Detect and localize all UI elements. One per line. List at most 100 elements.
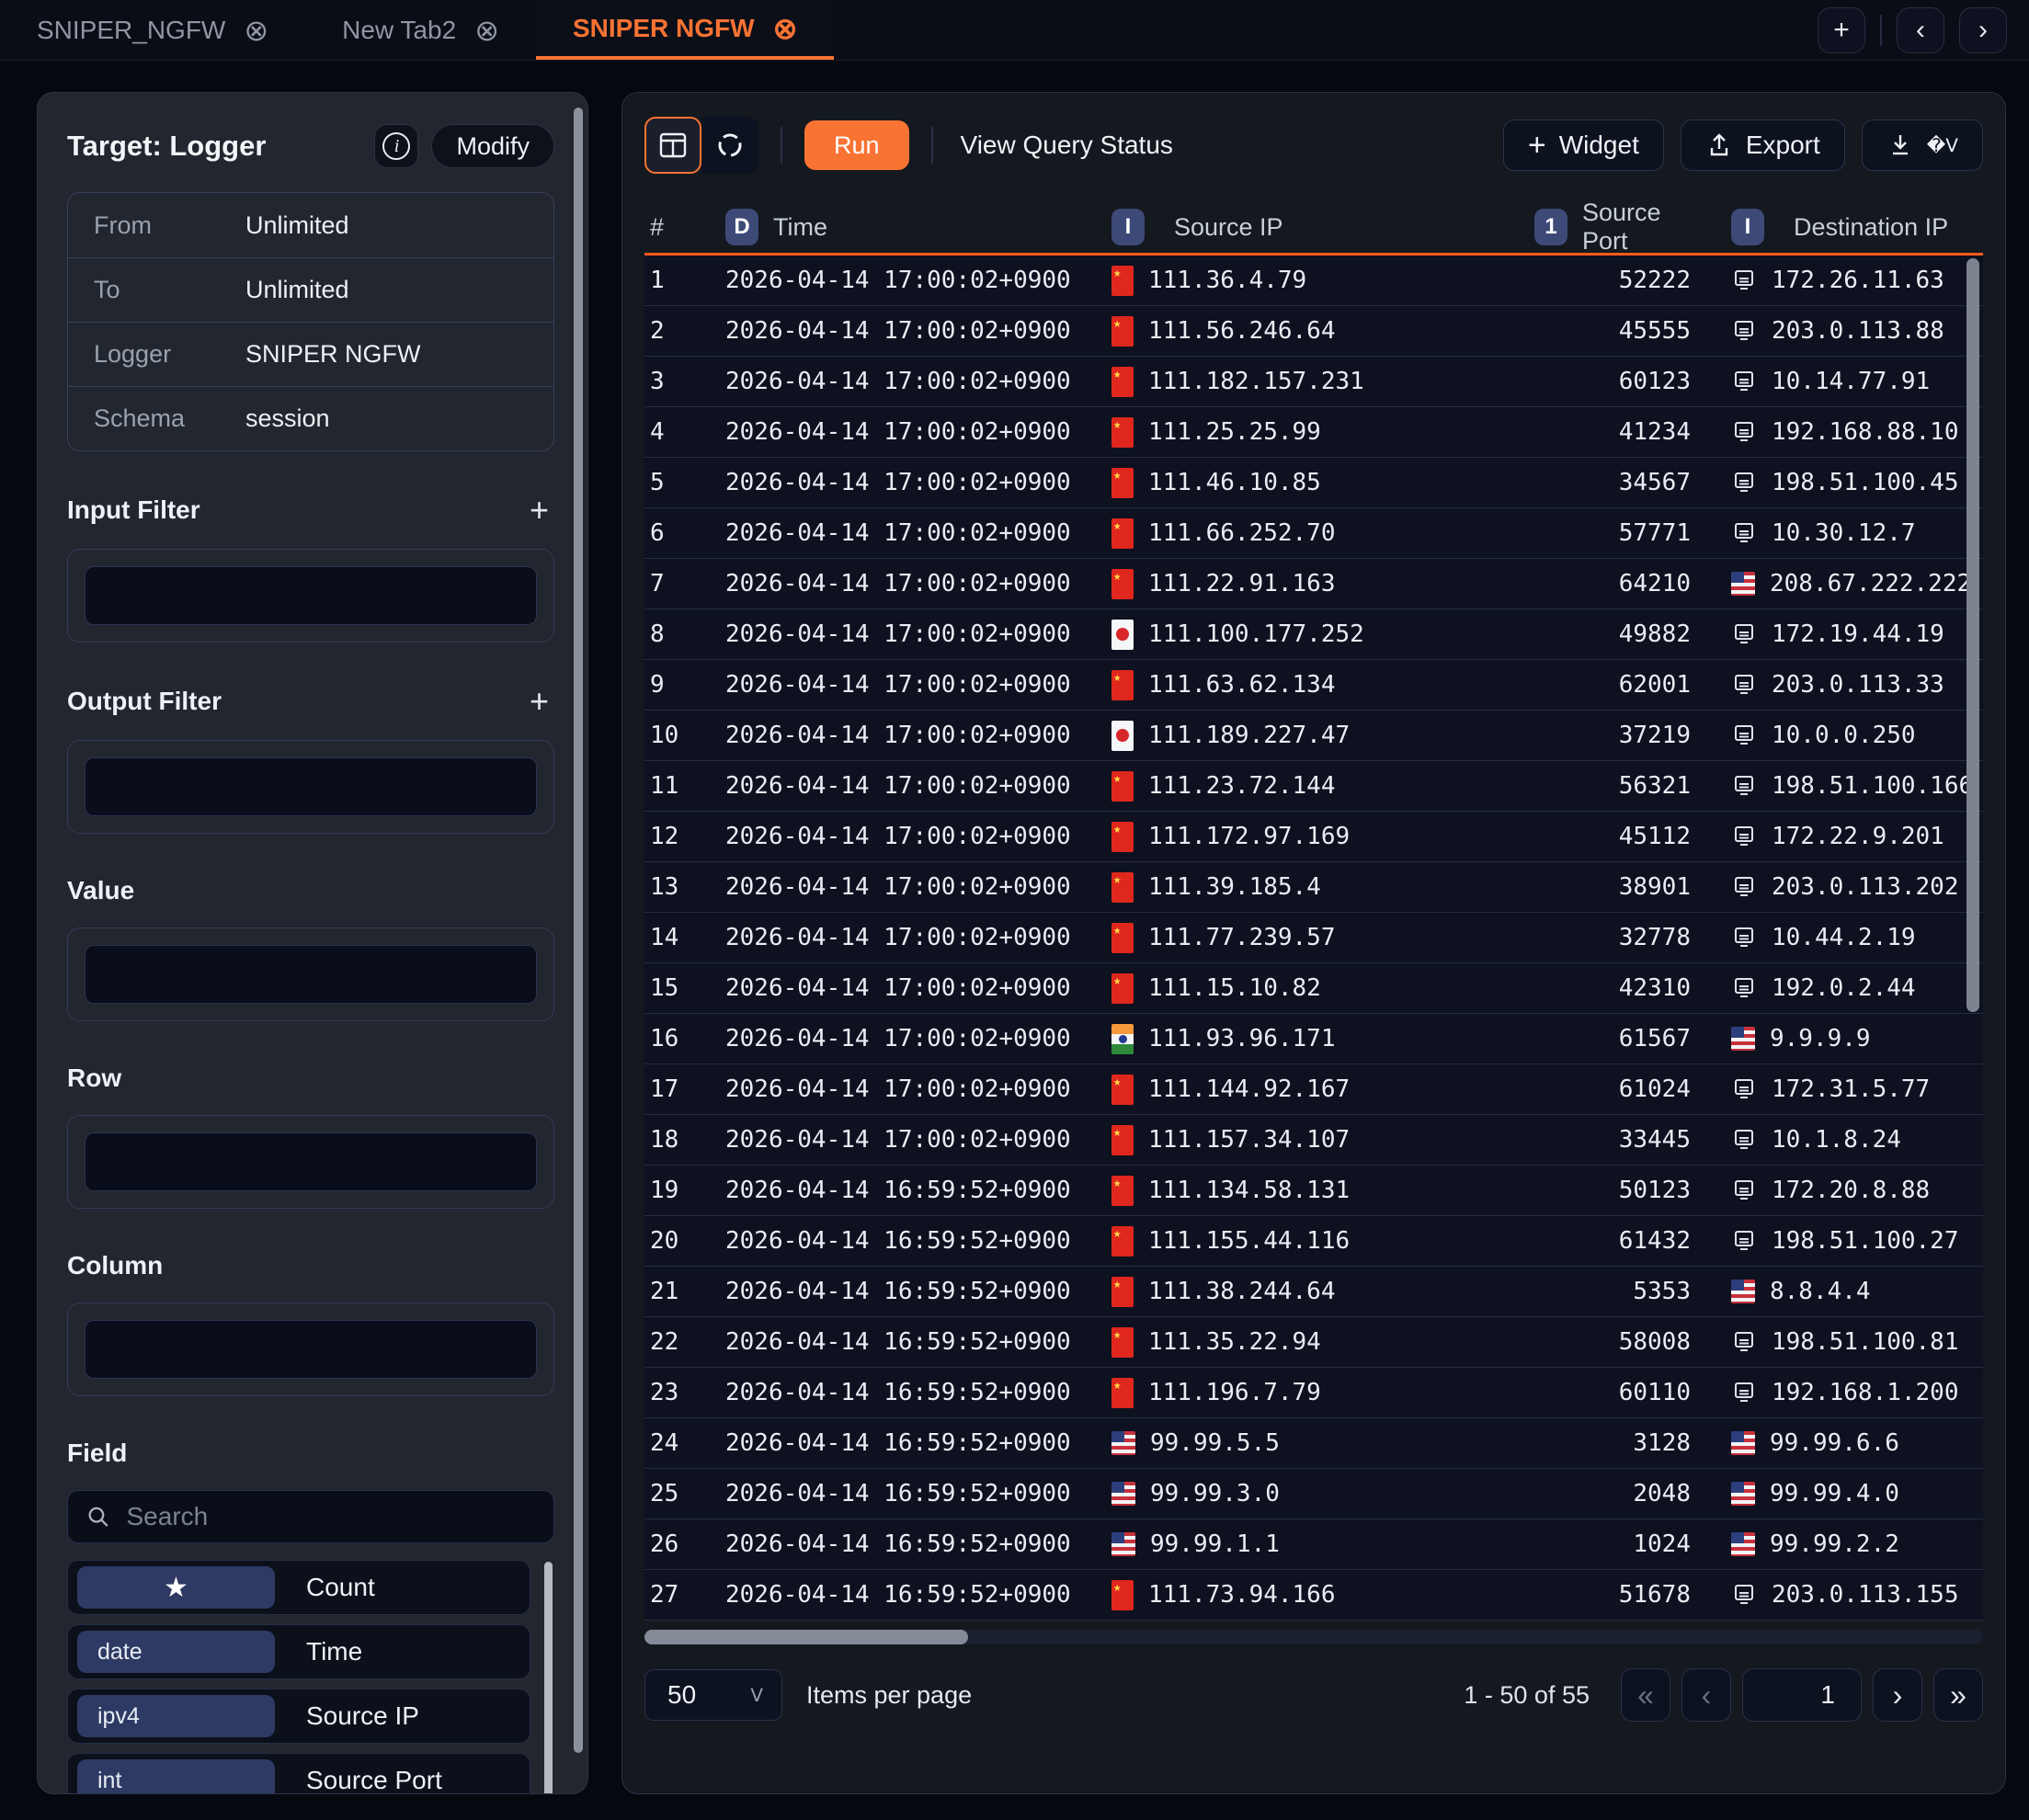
field-item-time[interactable]: date Time (67, 1624, 530, 1679)
type-badge-date: D (725, 209, 758, 245)
row-source-port: 58008 (1534, 1328, 1691, 1356)
info-button[interactable]: i (374, 124, 418, 168)
scroll-tabs-left-button[interactable]: ‹ (1897, 7, 1944, 53)
column-header-index[interactable]: # (644, 213, 725, 242)
column-header-source-port[interactable]: 1 Source Port (1534, 199, 1691, 256)
table-vertical-scrollbar[interactable] (1966, 258, 1979, 1012)
table-row[interactable]: 82026-04-14 17:00:02+0900111.100.177.252… (644, 609, 1983, 660)
tab-sniper-ngfw-active[interactable]: SNIPER NGFW ⊗ (536, 0, 834, 60)
items-per-page-label: Items per page (806, 1681, 972, 1710)
flag-cn-icon (1111, 771, 1134, 802)
field-search-input[interactable] (127, 1502, 536, 1531)
close-tab-icon[interactable]: ⊗ (474, 16, 499, 45)
table-row[interactable]: 32026-04-14 17:00:02+0900111.182.157.231… (644, 357, 1983, 407)
info-row-logger: Logger SNIPER NGFW (68, 322, 553, 386)
download-split-button[interactable]: �Ⅴ (1862, 119, 1983, 171)
row-time: 2026-04-14 16:59:52+0900 (725, 1429, 1111, 1457)
scrollbar-thumb[interactable] (644, 1630, 968, 1644)
close-tab-icon[interactable]: ⊗ (244, 16, 268, 45)
value-section: Value (67, 876, 554, 1021)
scroll-tabs-right-button[interactable]: › (1959, 7, 2007, 53)
next-page-button[interactable]: › (1873, 1668, 1922, 1722)
table-row[interactable]: 132026-04-14 17:00:02+0900111.39.185.438… (644, 862, 1983, 913)
table-row[interactable]: 192026-04-14 16:59:52+0900111.134.58.131… (644, 1166, 1983, 1216)
value-field[interactable] (85, 945, 537, 1004)
first-page-button[interactable]: « (1621, 1668, 1670, 1722)
field-item-source-port[interactable]: int Source Port (67, 1753, 530, 1794)
add-input-filter-button[interactable]: + (530, 494, 549, 527)
table-row[interactable]: 62026-04-14 17:00:02+0900111.66.252.7057… (644, 508, 1983, 559)
row-source-port: 45112 (1534, 823, 1691, 850)
host-icon (1731, 824, 1757, 849)
column-header-destination-ip[interactable]: I Destination IP (1731, 209, 2006, 245)
sidebar-scrollbar[interactable] (574, 108, 583, 1753)
table-row[interactable]: 272026-04-14 16:59:52+0900111.73.94.1665… (644, 1570, 1983, 1621)
page-number-input[interactable] (1742, 1668, 1862, 1722)
table-horizontal-scrollbar[interactable] (644, 1630, 1983, 1644)
row-destination-ip: 9.9.9.9 (1731, 1025, 2006, 1052)
output-filter-field[interactable] (85, 757, 537, 816)
prev-page-button[interactable]: ‹ (1681, 1668, 1731, 1722)
column-field[interactable] (85, 1320, 537, 1379)
row-destination-ip: 99.99.2.2 (1731, 1530, 2006, 1558)
run-button[interactable]: Run (804, 120, 909, 170)
page-size-select[interactable]: 50 Ⅴ (644, 1669, 782, 1721)
table-row[interactable]: 52026-04-14 17:00:02+0900111.46.10.85345… (644, 458, 1983, 508)
table-row[interactable]: 42026-04-14 17:00:02+0900111.25.25.99412… (644, 407, 1983, 458)
export-button[interactable]: Export (1681, 119, 1845, 171)
table-row[interactable]: 252026-04-14 16:59:52+090099.99.3.020489… (644, 1469, 1983, 1519)
table-row[interactable]: 102026-04-14 17:00:02+0900111.189.227.47… (644, 711, 1983, 761)
table-row[interactable]: 112026-04-14 17:00:02+0900111.23.72.1445… (644, 761, 1983, 812)
table-row[interactable]: 222026-04-14 16:59:52+0900111.35.22.9458… (644, 1317, 1983, 1368)
table-row[interactable]: 172026-04-14 17:00:02+0900111.144.92.167… (644, 1064, 1983, 1115)
modify-button[interactable]: Modify (431, 124, 554, 168)
input-filter-field[interactable] (85, 566, 537, 625)
last-page-button[interactable]: » (1933, 1668, 1983, 1722)
table-body: 12026-04-14 17:00:02+0900111.36.4.795222… (644, 256, 1983, 1621)
row-source-port: 32778 (1534, 924, 1691, 951)
tab-sniper-ngfw-1[interactable]: SNIPER_NGFW ⊗ (0, 0, 305, 60)
table-row[interactable]: 232026-04-14 16:59:52+0900111.196.7.7960… (644, 1368, 1983, 1418)
field-list-scrollbar[interactable] (544, 1562, 553, 1794)
table-row[interactable]: 262026-04-14 16:59:52+090099.99.1.110249… (644, 1519, 1983, 1570)
row-source-ip: 111.56.246.64 (1111, 316, 1534, 347)
table-row[interactable]: 152026-04-14 17:00:02+0900111.15.10.8242… (644, 963, 1983, 1014)
add-output-filter-button[interactable]: + (530, 685, 549, 718)
table-view-button[interactable] (644, 117, 701, 174)
add-widget-button[interactable]: + Widget (1503, 119, 1664, 171)
column-header-time[interactable]: D Time (725, 209, 1111, 245)
field-item-source-ip[interactable]: ipv4 Source IP (67, 1689, 530, 1744)
column-header-source-ip[interactable]: I Source IP (1111, 209, 1534, 245)
view-query-status-link[interactable]: View Query Status (961, 131, 1173, 160)
row-source-port: 51678 (1534, 1581, 1691, 1609)
table-row[interactable]: 72026-04-14 17:00:02+0900111.22.91.16364… (644, 559, 1983, 609)
table-row[interactable]: 142026-04-14 17:00:02+0900111.77.239.573… (644, 913, 1983, 963)
close-tab-icon[interactable]: ⊗ (773, 14, 798, 43)
table-row[interactable]: 12026-04-14 17:00:02+0900111.36.4.795222… (644, 256, 1983, 306)
chart-view-button[interactable] (701, 117, 758, 174)
table-row[interactable]: 92026-04-14 17:00:02+0900111.63.62.13462… (644, 660, 1983, 711)
tab-new-tab2[interactable]: New Tab2 ⊗ (305, 0, 536, 60)
row-index: 18 (644, 1126, 725, 1154)
row-source-ip: 111.189.227.47 (1111, 721, 1534, 751)
table-row[interactable]: 22026-04-14 17:00:02+0900111.56.246.6445… (644, 306, 1983, 357)
divider (781, 127, 782, 164)
row-time: 2026-04-14 17:00:02+0900 (725, 823, 1111, 850)
field-item-count[interactable]: ★ Count (67, 1560, 530, 1615)
row-field[interactable] (85, 1132, 537, 1191)
flag-cn-icon (1111, 367, 1134, 397)
new-tab-button[interactable]: + (1818, 7, 1865, 53)
table-row[interactable]: 242026-04-14 16:59:52+090099.99.5.531289… (644, 1418, 1983, 1469)
row-index: 17 (644, 1075, 725, 1103)
table-row[interactable]: 162026-04-14 17:00:02+0900111.93.96.1716… (644, 1014, 1983, 1064)
field-search-box[interactable] (67, 1490, 554, 1543)
flag-cn-icon (1111, 518, 1134, 549)
table-row[interactable]: 212026-04-14 16:59:52+0900111.38.244.645… (644, 1267, 1983, 1317)
row-source-port: 62001 (1534, 671, 1691, 699)
table-row[interactable]: 202026-04-14 16:59:52+0900111.155.44.116… (644, 1216, 1983, 1267)
row-index: 22 (644, 1328, 725, 1356)
target-logger-title: Target: Logger (67, 130, 266, 163)
table-row[interactable]: 182026-04-14 17:00:02+0900111.157.34.107… (644, 1115, 1983, 1166)
table-row[interactable]: 122026-04-14 17:00:02+0900111.172.97.169… (644, 812, 1983, 862)
row-time: 2026-04-14 17:00:02+0900 (725, 924, 1111, 951)
